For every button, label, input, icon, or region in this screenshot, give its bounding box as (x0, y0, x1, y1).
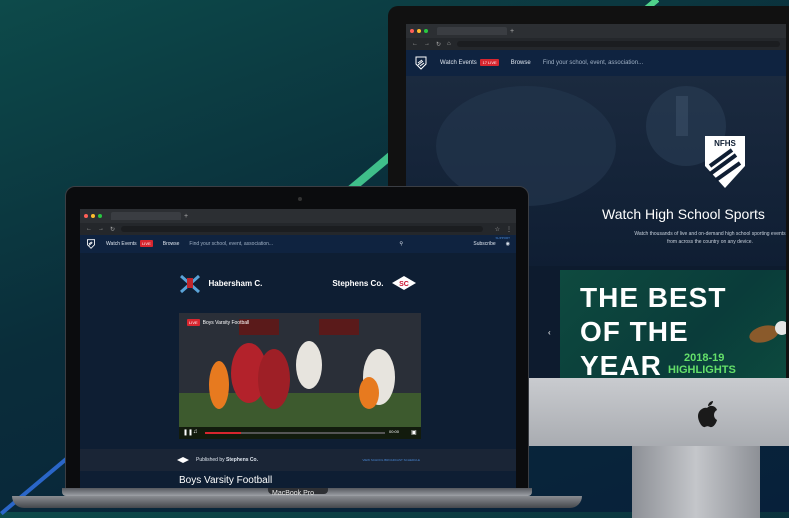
stephens-logo-icon: SC (392, 276, 417, 290)
promo-tag-highlights: HIGHLIGHTS (668, 364, 736, 376)
home-icon[interactable]: ⌂ (447, 41, 451, 47)
reload-icon[interactable]: ↻ (110, 226, 115, 233)
progress-track[interactable] (205, 432, 385, 434)
minimize-window-icon[interactable] (417, 29, 421, 33)
promo-line-3: YEAR (580, 350, 662, 378)
live-badge: LIVE (140, 240, 153, 247)
away-team[interactable]: Stephens Co. SC (332, 275, 417, 291)
macbook-lid: + ← → ↻ ☆ ⋮ Watch Events LIVE Browse Fin… (65, 186, 529, 490)
volume-icon[interactable]: ♫ (193, 429, 198, 435)
svg-text:NFHS: NFHS (714, 139, 736, 148)
published-by-label: Published by (196, 457, 225, 463)
new-tab-icon[interactable]: + (184, 213, 188, 220)
maximize-window-icon[interactable] (98, 214, 102, 218)
forward-arrow-icon[interactable]: → (424, 41, 430, 47)
new-tab-icon[interactable]: + (510, 28, 514, 35)
browser-menu-icon[interactable]: ⋮ (506, 226, 512, 233)
url-field[interactable] (456, 41, 780, 47)
nfhs-logo-icon[interactable] (414, 56, 428, 70)
hero-title: Watch High School Sports (602, 206, 765, 222)
imac-stand (632, 446, 760, 518)
imac-browser-tabbar: + (406, 24, 786, 38)
video-time: 00:00 (389, 429, 400, 434)
nav-browse[interactable]: Browse (511, 60, 531, 66)
url-field[interactable] (121, 226, 483, 232)
home-team-name: Habersham C. (208, 278, 263, 288)
promo-line-2: OF THE (580, 316, 689, 347)
forward-arrow-icon[interactable]: → (98, 226, 104, 232)
imac-site-nav: Watch Events 17 LIVE Browse Find your sc… (406, 50, 786, 76)
away-team-name: Stephens Co. (332, 278, 384, 288)
close-window-icon[interactable] (410, 29, 414, 33)
nfhs-logo-icon[interactable] (86, 239, 96, 249)
account-icon[interactable]: ◉ (506, 241, 510, 247)
progress-fill (205, 432, 241, 434)
publisher-bar: Published by Stephens Co. VIEW SCHOOL BR… (80, 449, 516, 471)
video-player[interactable]: LIVE Boys Varsity Football ❚❚ ♫ 00:00 ▣ (179, 313, 421, 439)
close-window-icon[interactable] (84, 214, 88, 218)
event-heading: Boys Varsity Football (179, 475, 273, 486)
macbook-screen: + ← → ↻ ☆ ⋮ Watch Events LIVE Browse Fin… (80, 209, 516, 489)
search-icon[interactable]: ⚲ (399, 241, 403, 247)
maximize-window-icon[interactable] (424, 29, 428, 33)
reload-icon[interactable]: ↻ (436, 41, 441, 48)
macbook-site-nav: Watch Events LIVE Browse Find your schoo… (80, 235, 516, 253)
hero-subtitle: Watch thousands of live and on-demand hi… (634, 231, 786, 245)
promo-card[interactable]: THE BEST OF THE YEAR 2018-19 HIGHLIGHTS (560, 270, 786, 378)
search-input[interactable]: Find your school, event, association... (189, 241, 389, 247)
video-controls: ❚❚ ♫ 00:00 ▣ (179, 427, 421, 439)
macbook-address-bar: ← → ↻ ☆ ⋮ (80, 223, 516, 235)
browser-tab[interactable] (111, 212, 181, 220)
apple-logo-icon (698, 401, 717, 428)
macbook-base (12, 496, 582, 508)
imac-address-bar: ← → ↻ ⌂ (406, 38, 786, 50)
pause-icon[interactable]: ❚❚ (183, 429, 193, 436)
nav-watch-events[interactable]: Watch Events LIVE (106, 240, 153, 247)
video-event-title: Boys Varsity Football (202, 319, 250, 326)
matchup-header: Habersham C. Stephens Co. SC (80, 261, 516, 305)
subscribe-link[interactable]: Subscribe (473, 241, 495, 247)
schedule-link[interactable]: VIEW SCHOOL BROADCAST SCHEDULE (362, 458, 420, 462)
back-arrow-icon[interactable]: ← (412, 41, 418, 47)
bookmark-star-icon[interactable]: ☆ (495, 226, 500, 233)
stephens-small-logo-icon (177, 457, 189, 463)
video-frame-image (179, 313, 421, 439)
back-arrow-icon[interactable]: ← (86, 226, 92, 232)
promo-line-1: THE BEST (580, 282, 727, 313)
publisher-name[interactable]: Stephens Co. (226, 457, 258, 463)
live-count-badge: 17 LIVE (480, 59, 499, 66)
video-live-badge: LIVE (187, 319, 200, 326)
habersham-logo-icon (179, 274, 200, 294)
football-icon (749, 321, 786, 343)
nav-watch-events-label: Watch Events (106, 241, 137, 247)
camera-icon (298, 197, 302, 201)
nav-watch-events[interactable]: Watch Events 17 LIVE (440, 59, 499, 66)
video-title-overlay: LIVE Boys Varsity Football (185, 319, 249, 326)
fullscreen-icon[interactable]: ▣ (411, 429, 417, 436)
home-team[interactable]: Habersham C. (179, 272, 263, 294)
macbook-browser-tabbar: + (80, 209, 516, 223)
search-input[interactable]: Find your school, event, association... (543, 60, 643, 66)
support-link[interactable]: SUPPORT (496, 236, 510, 240)
nav-watch-events-label: Watch Events (440, 60, 477, 66)
svg-text:SC: SC (400, 281, 410, 288)
nfhs-network-logo: NFHS (705, 136, 745, 188)
promo-tag-year: 2018-19 (684, 352, 725, 364)
macbook-device: + ← → ↻ ☆ ⋮ Watch Events LIVE Browse Fin… (12, 186, 582, 512)
nav-browse[interactable]: Browse (163, 241, 180, 247)
browser-tab[interactable] (437, 27, 507, 35)
minimize-window-icon[interactable] (91, 214, 95, 218)
